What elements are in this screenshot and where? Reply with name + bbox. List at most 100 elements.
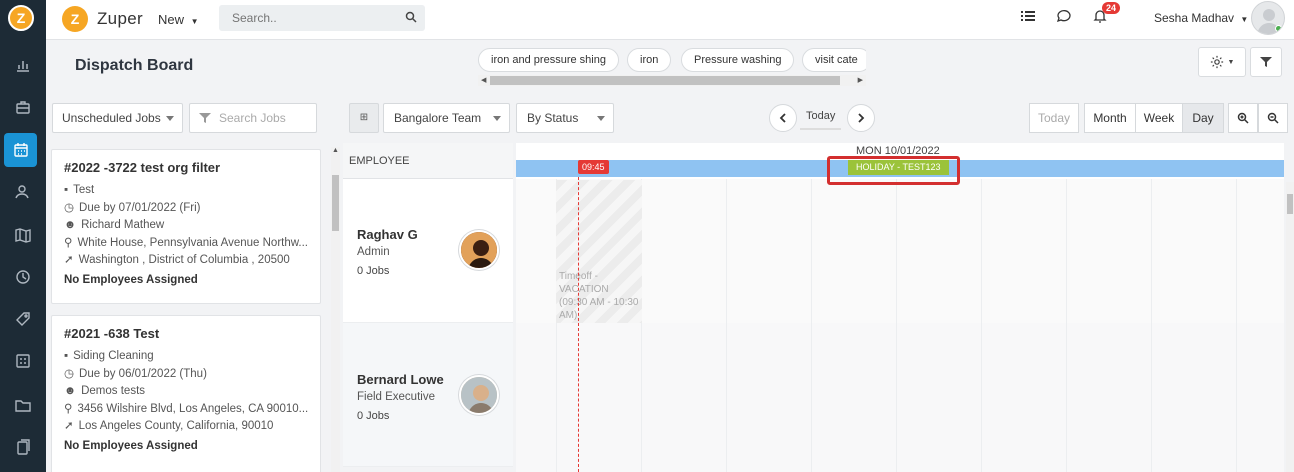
- invoice-icon[interactable]: [0, 344, 46, 378]
- timeline-scrollbar[interactable]: [1286, 182, 1294, 472]
- jobs-scrollbar[interactable]: ▲: [331, 147, 340, 472]
- grid-line: [1236, 179, 1237, 472]
- user-name: Sesha Madhav: [1154, 11, 1235, 25]
- clock-icon[interactable]: [0, 260, 46, 294]
- job-due-date: ◷ Due by 07/01/2022 (Fri): [64, 200, 308, 218]
- clock-icon: ◷: [64, 367, 75, 380]
- job-title: #2022 -3722 test org filter: [64, 160, 221, 175]
- global-search: [219, 5, 425, 31]
- filter-button[interactable]: [1250, 47, 1282, 77]
- unscheduled-jobs-list: #2022 -3722 test org filter ▪ Test ◷ Due b…: [46, 143, 342, 472]
- folder-icon[interactable]: [0, 388, 46, 422]
- filter-chips: iron and pressure shing iron Pressure wa…: [478, 48, 866, 88]
- employee-avatar[interactable]: [459, 375, 499, 415]
- top-bar: Z Zuper New ▼ 24 Sesha Madhav ▼: [46, 0, 1294, 40]
- prev-day-button[interactable]: [769, 104, 797, 132]
- highlight-box: [827, 156, 960, 185]
- chat-icon[interactable]: [1056, 8, 1072, 27]
- tag-icon[interactable]: [0, 302, 46, 336]
- timeline-row[interactable]: [516, 323, 1284, 472]
- documents-icon[interactable]: [0, 430, 46, 464]
- gear-icon: [1210, 55, 1223, 69]
- employee-job-count: 0 Jobs: [357, 265, 390, 277]
- job-card[interactable]: #2021 -638 Test ▪ Siding Cleaning ◷ Due by…: [51, 315, 321, 472]
- zoom-out-icon: [1267, 112, 1279, 124]
- group-by-value: By Status: [527, 111, 579, 125]
- filter-chip[interactable]: Pressure washing: [681, 48, 795, 72]
- calendar-icon[interactable]: [4, 133, 37, 167]
- zuper-logo-icon[interactable]: Z: [8, 5, 34, 31]
- search-jobs-placeholder: Search Jobs: [219, 111, 286, 125]
- chips-scrollbar[interactable]: ◀ ▶: [478, 75, 866, 86]
- zoom-out-button[interactable]: [1258, 103, 1288, 133]
- job-customer: ☻ Demos tests: [64, 383, 308, 401]
- job-assignment: No Employees Assigned: [64, 439, 198, 452]
- employee-row[interactable]: Raghav G Admin 0 Jobs: [343, 179, 513, 323]
- day-timeline: Timeoff - VACATION (09:30 AM - 10:30 AM)…: [516, 143, 1284, 472]
- filter-chip[interactable]: visit cate: [802, 48, 866, 72]
- zoom-in-button[interactable]: [1228, 103, 1258, 133]
- scrollbar-thumb[interactable]: [1287, 194, 1293, 214]
- zuper-brand-icon: Z: [62, 6, 88, 32]
- map-pin-icon: ⚲: [64, 402, 73, 415]
- group-by-select[interactable]: By Status: [516, 103, 614, 133]
- team-select[interactable]: Bangalore Team: [383, 103, 510, 133]
- scroll-right-icon[interactable]: ▶: [858, 75, 863, 86]
- brand[interactable]: Z Zuper: [62, 6, 143, 32]
- scroll-up-icon[interactable]: ▲: [332, 147, 339, 154]
- today-label[interactable]: Today: [800, 110, 842, 130]
- next-day-button[interactable]: [847, 104, 875, 132]
- map-icon[interactable]: [0, 218, 46, 252]
- customers-icon[interactable]: [0, 175, 46, 209]
- view-week-button[interactable]: Week: [1135, 103, 1183, 133]
- caret-down-icon: [493, 116, 501, 121]
- job-card[interactable]: #2022 -3722 test org filter ▪ Test ◷ Due b…: [51, 149, 321, 304]
- caret-down-icon: [166, 116, 174, 121]
- job-filter-select[interactable]: Unscheduled Jobs: [52, 103, 183, 133]
- employee-role: Admin: [357, 246, 390, 258]
- briefcase-icon: ▪: [64, 184, 69, 196]
- user-avatar[interactable]: [1251, 1, 1285, 35]
- employee-row[interactable]: Bernard Lowe Field Executive 0 Jobs: [343, 323, 513, 467]
- grid-line: [896, 179, 897, 472]
- scrollbar-thumb[interactable]: [332, 175, 339, 231]
- current-time-line: [578, 177, 579, 472]
- briefcase-icon: ▪: [64, 350, 69, 362]
- job-customer: ☻ Richard Mathew: [64, 217, 308, 235]
- timeoff-block[interactable]: Timeoff - VACATION (09:30 AM - 10:30 AM): [556, 180, 642, 323]
- scroll-left-icon[interactable]: ◀: [481, 75, 486, 86]
- employee-job-count: 0 Jobs: [357, 410, 390, 422]
- employee-avatar[interactable]: [459, 230, 499, 270]
- team-value: Bangalore Team: [394, 111, 482, 125]
- search-jobs-field[interactable]: Search Jobs: [189, 103, 317, 133]
- grid-line: [1066, 179, 1067, 472]
- filter-chip[interactable]: iron and pressure shing: [478, 48, 619, 72]
- list-icon[interactable]: [1020, 8, 1036, 27]
- job-category: ▪ Test: [64, 182, 308, 200]
- caret-down-icon: ▼: [1227, 58, 1235, 66]
- employee-name: Raghav G: [357, 227, 418, 242]
- grid-line: [726, 179, 727, 472]
- settings-button[interactable]: ▼: [1198, 47, 1246, 77]
- new-dropdown-button[interactable]: New ▼: [158, 12, 199, 27]
- job-address: ⚲ White House, Pennsylvania Avenue Northw…: [64, 235, 308, 253]
- filter-chip[interactable]: iron: [627, 48, 672, 72]
- briefcase-icon[interactable]: [0, 90, 46, 124]
- notifications-button[interactable]: 24: [1092, 2, 1121, 27]
- view-month-button[interactable]: Month: [1084, 103, 1136, 133]
- view-today-button[interactable]: Today: [1029, 103, 1079, 133]
- employee-column-header: EMPLOYEE: [343, 143, 513, 179]
- chevron-right-icon: [858, 113, 865, 123]
- reports-icon[interactable]: [0, 48, 46, 82]
- user-menu[interactable]: Sesha Madhav ▼: [1154, 11, 1248, 25]
- grid-line: [981, 179, 982, 472]
- sidebar-rail: Z: [0, 0, 46, 472]
- search-icon[interactable]: [405, 11, 417, 26]
- job-city: ➚ Los Angeles County, California, 90010: [64, 418, 308, 436]
- search-input[interactable]: [219, 5, 399, 31]
- employee-role: Field Executive: [357, 391, 435, 403]
- collapse-panel-button[interactable]: ⊞: [349, 103, 379, 133]
- customer-icon: ☻: [64, 385, 77, 397]
- scrollbar-thumb[interactable]: [490, 76, 840, 85]
- view-day-button[interactable]: Day: [1182, 103, 1224, 133]
